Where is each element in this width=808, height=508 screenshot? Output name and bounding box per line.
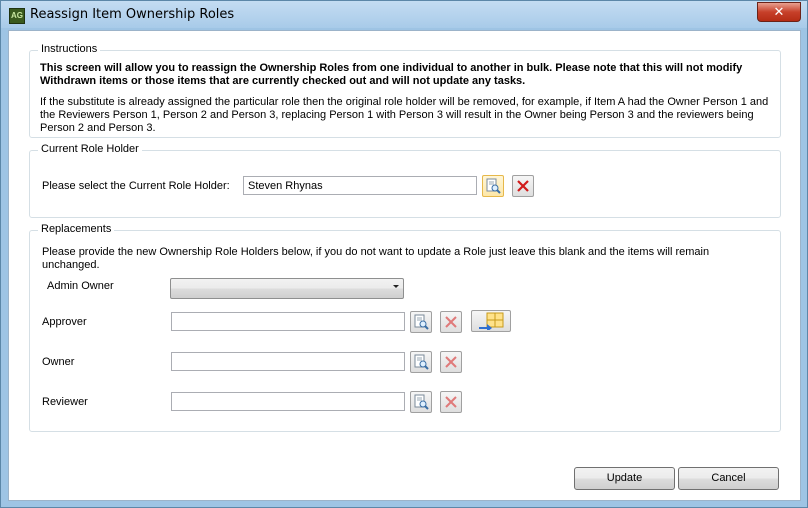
replacements-legend: Replacements bbox=[38, 223, 115, 235]
reviewer-label: Reviewer bbox=[42, 396, 88, 408]
red-x-icon bbox=[517, 180, 529, 192]
approver-browse-button[interactable] bbox=[410, 311, 432, 333]
red-x-icon bbox=[445, 396, 457, 408]
approver-label: Approver bbox=[42, 316, 87, 328]
browse-lookup-icon bbox=[414, 354, 429, 370]
owner-field[interactable] bbox=[171, 352, 405, 371]
current-role-holder-legend: Current Role Holder bbox=[38, 143, 142, 155]
owner-label: Owner bbox=[42, 356, 75, 368]
replacements-group: Replacements Please provide the new Owne… bbox=[29, 223, 781, 432]
approver-field[interactable] bbox=[171, 312, 405, 331]
app-logo-icon: AG bbox=[9, 8, 25, 24]
admin-owner-dropdown[interactable] bbox=[170, 278, 404, 299]
owner-browse-button[interactable] bbox=[410, 351, 432, 373]
clear-button[interactable] bbox=[512, 175, 534, 197]
instructions-group: Instructions This screen will allow you … bbox=[29, 43, 781, 138]
close-button[interactable]: ✕ bbox=[757, 2, 801, 22]
instructions-bold-text: This screen will allow you to reassign t… bbox=[40, 62, 743, 87]
red-x-icon bbox=[445, 356, 457, 368]
admin-owner-label: Admin Owner bbox=[47, 280, 114, 292]
reviewer-browse-button[interactable] bbox=[410, 391, 432, 413]
cancel-button[interactable]: Cancel bbox=[678, 467, 779, 490]
red-x-icon bbox=[445, 316, 457, 328]
owner-clear-button[interactable] bbox=[440, 351, 462, 373]
browse-lookup-icon bbox=[414, 394, 429, 410]
instructions-legend: Instructions bbox=[38, 43, 101, 55]
browse-button[interactable] bbox=[482, 175, 504, 197]
chevron-down-icon bbox=[393, 285, 399, 288]
reviewer-field[interactable] bbox=[171, 392, 405, 411]
current-role-holder-label: Please select the Current Role Holder: bbox=[42, 180, 230, 192]
approver-clear-button[interactable] bbox=[440, 311, 462, 333]
title-bar[interactable]: AG Reassign Item Ownership Roles ✕ bbox=[1, 1, 807, 28]
current-role-holder-group: Current Role Holder Please select the Cu… bbox=[29, 143, 781, 218]
copy-to-roles-button[interactable] bbox=[471, 310, 511, 332]
update-button[interactable]: Update bbox=[574, 467, 675, 490]
window-title: Reassign Item Ownership Roles bbox=[30, 7, 235, 22]
dialog-window: AG Reassign Item Ownership Roles ✕ Instr… bbox=[0, 0, 808, 508]
instructions-detail-text: If the substitute is already assigned th… bbox=[40, 96, 769, 134]
dialog-body: Instructions This screen will allow you … bbox=[8, 30, 801, 501]
browse-lookup-icon bbox=[414, 314, 429, 330]
current-role-holder-field[interactable]: Steven Rhynas bbox=[243, 176, 477, 195]
replacements-description: Please provide the new Ownership Role Ho… bbox=[42, 246, 710, 271]
browse-lookup-icon bbox=[486, 178, 501, 194]
copy-to-roles-icon bbox=[479, 312, 504, 330]
reviewer-clear-button[interactable] bbox=[440, 391, 462, 413]
